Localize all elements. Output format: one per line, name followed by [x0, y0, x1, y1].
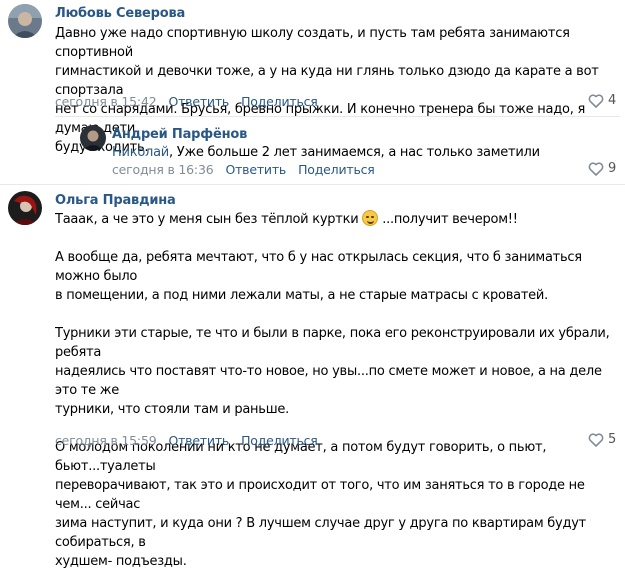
avatar[interactable] [8, 191, 42, 225]
comment-text-line: в помещении, а под ними лежали маты, а н… [55, 288, 549, 303]
comment-author[interactable]: Ольга Правдина [55, 193, 176, 208]
share-button[interactable]: Поделиться [241, 433, 318, 448]
divider [55, 116, 620, 117]
avatar-photo [8, 4, 42, 38]
avatar[interactable] [80, 125, 106, 151]
reply-button[interactable]: Ответить [168, 94, 229, 109]
heart-outline-icon [588, 161, 604, 176]
comment-text-line: переворачивают, так это и происходит от … [55, 478, 585, 512]
comment-time[interactable]: сегодня в 16:36 [112, 162, 214, 177]
like-button[interactable]: 4 [588, 93, 616, 108]
comment-text-line: Давно уже надо спортивную школу создать,… [55, 26, 570, 60]
comment-text: Николай, Уже больше 2 лет занимаемся, а … [112, 143, 612, 162]
comment-author[interactable]: Любовь Северова [55, 6, 185, 21]
heart-outline-icon [588, 432, 604, 447]
comment-text-line: худшем- подъезды. [55, 554, 187, 569]
like-button[interactable]: 9 [588, 161, 616, 176]
reply-button[interactable]: Ответить [168, 433, 229, 448]
heart-outline-icon [588, 93, 604, 108]
comment-text-line: Турники эти старые, те что и были в парк… [55, 326, 610, 360]
comment-time[interactable]: сегодня в 15:59 [55, 433, 157, 448]
share-button[interactable]: Поделиться [241, 94, 318, 109]
comment-author[interactable]: Андрей Парфёнов [112, 127, 247, 142]
divider [0, 184, 625, 185]
comment-text-line: надеялись что поставят что-то новое, но … [55, 364, 602, 398]
reply-button[interactable]: Ответить [225, 162, 286, 177]
comment-text-line: А вообще да, ребята мечтают, что б у нас… [55, 250, 582, 284]
comment-time[interactable]: сегодня в 15:42 [55, 94, 157, 109]
avatar[interactable] [8, 4, 42, 38]
comment-footer: сегодня в 16:36 Ответить Поделиться [112, 162, 375, 177]
comment-text-line: Тааак, а че это у меня сын без тёплой ку… [55, 210, 518, 227]
comment-text-line: турники, что стояли там и раньше. [55, 402, 289, 417]
like-count: 4 [608, 93, 617, 108]
grinning-sweat-emoji [362, 210, 379, 226]
avatar-photo [80, 125, 106, 151]
like-count: 5 [608, 432, 617, 447]
avatar-photo [8, 191, 42, 225]
comment-footer: сегодня в 15:59 Ответить Поделиться [55, 433, 318, 448]
share-button[interactable]: Поделиться [298, 162, 375, 177]
comment-text-line: зима наступит, и куда они ? В лучшем слу… [55, 516, 587, 550]
comment-footer: сегодня в 15:42 Ответить Поделиться [55, 94, 318, 109]
reply-to-link[interactable]: Николай [112, 145, 169, 160]
like-button[interactable]: 5 [588, 432, 616, 447]
comment-text: Тааак, а че это у меня сын без тёплой ку… [55, 210, 620, 571]
comment-text-line: , Уже больше 2 лет занимаемся, а нас тол… [169, 145, 540, 160]
like-count: 9 [608, 161, 617, 176]
